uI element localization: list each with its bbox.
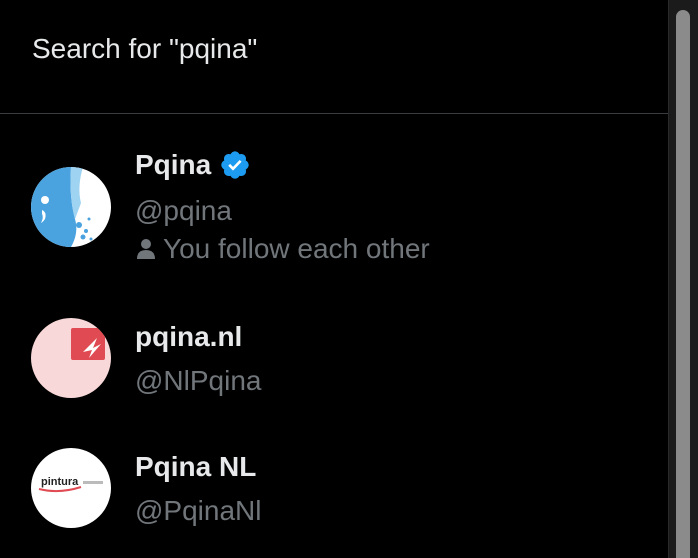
pintura-logo-text: pintura: [41, 476, 79, 488]
avatar: [31, 318, 111, 398]
search-for-label: Search for "pqina": [32, 33, 258, 64]
follow-status-text: You follow each other: [163, 233, 430, 264]
search-for-row[interactable]: Search for "pqina": [0, 0, 668, 114]
handle: @NlPqina: [135, 365, 262, 396]
handle: @pqina: [135, 195, 232, 226]
scrollbar-thumb[interactable]: [676, 10, 690, 558]
handle: @PqinaNl: [135, 495, 262, 526]
display-name: Pqina NL: [135, 451, 257, 482]
verified-badge-icon: [219, 149, 251, 181]
display-name: pqina.nl: [135, 321, 243, 352]
avatar: [31, 167, 111, 247]
result-item-pqina-nl-alt[interactable]: pintura Pqina NL @PqinaNl: [0, 415, 668, 558]
avatar: pintura: [31, 448, 111, 528]
mutual-follow-line: You follow each other: [135, 233, 430, 265]
person-icon: [137, 239, 155, 259]
result-item-pqina[interactable]: Pqina @pqina You follow each other: [0, 113, 668, 285]
search-dropdown: Search for "pqina" Pqina @pqina You foll…: [0, 0, 668, 558]
result-item-pqina-nl[interactable]: pqina.nl @NlPqina: [0, 285, 668, 415]
display-name: Pqina: [135, 149, 212, 180]
